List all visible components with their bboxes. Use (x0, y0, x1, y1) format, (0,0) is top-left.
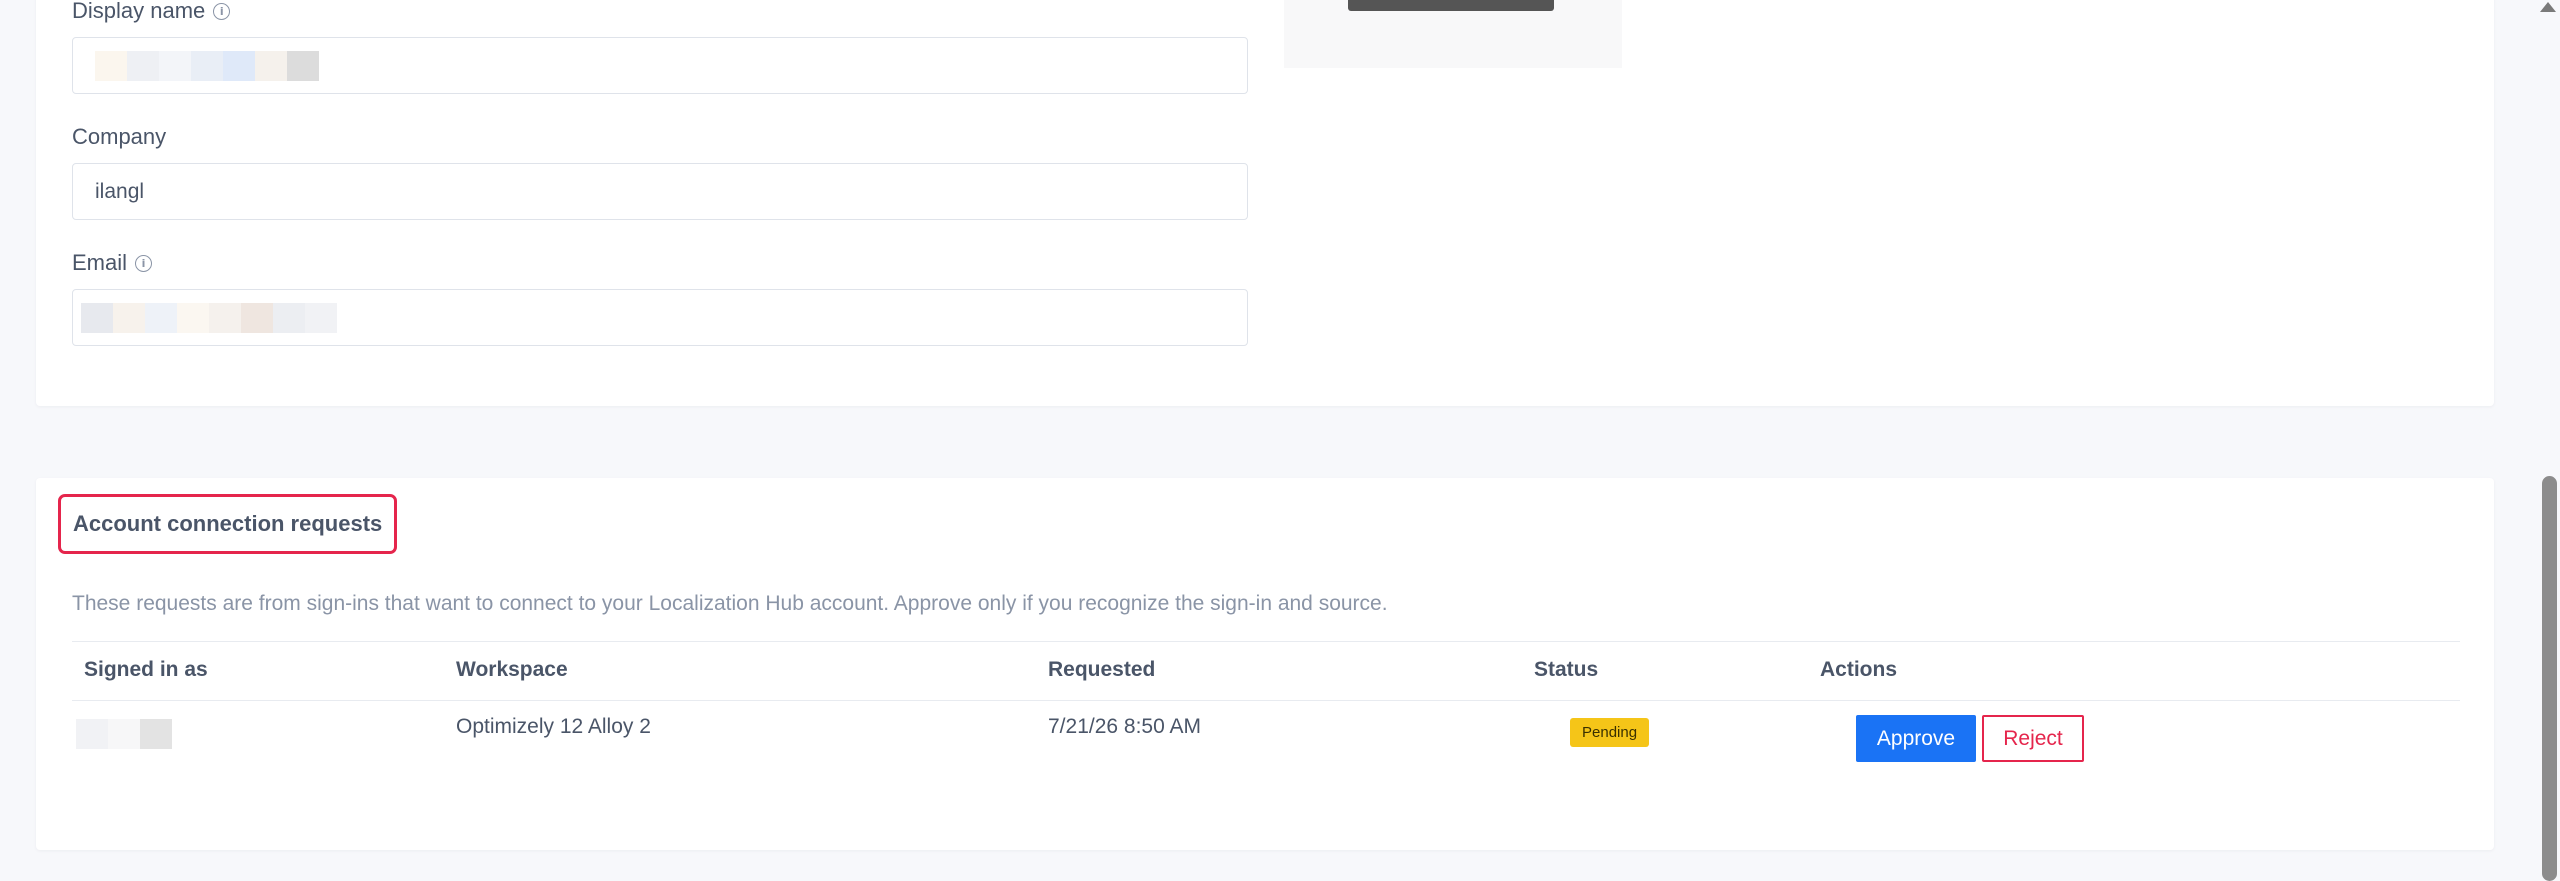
column-status: Status (1534, 658, 1599, 681)
section-title: Account connection requests (58, 494, 398, 554)
status-badge: Pending (1570, 718, 1650, 747)
redacted-value (95, 50, 319, 81)
scroll-thumb[interactable] (2542, 476, 2557, 881)
table-header: Signed in as Workspace Requested Status … (72, 641, 2460, 701)
section-description: These requests are from sign-ins that wa… (72, 592, 1388, 615)
display-name-label: Display name (72, 0, 206, 23)
company-label-row: Company (72, 124, 166, 150)
connection-requests-card: Account connection requests These reques… (36, 478, 2494, 850)
column-requested: Requested (1048, 658, 1156, 681)
approve-button[interactable]: Approve (1856, 715, 1976, 762)
avatar-preview (1284, 0, 1622, 68)
info-icon[interactable]: i (213, 2, 231, 20)
company-field[interactable]: ilangl (72, 163, 1248, 220)
scrollbar[interactable] (2538, 0, 2560, 881)
info-icon[interactable]: i (135, 254, 153, 272)
company-value: ilangl (95, 179, 145, 203)
column-signed-in-as: Signed in as (84, 658, 208, 681)
redacted-value (81, 302, 337, 333)
requests-table: Signed in as Workspace Requested Status … (72, 641, 2460, 771)
workspace-cell: Optimizely 12 Alloy 2 (456, 715, 651, 738)
display-name-field[interactable] (72, 37, 1248, 94)
email-label-row: Email i (72, 250, 153, 276)
column-workspace: Workspace (456, 658, 568, 681)
avatar-image (1348, 0, 1554, 11)
table-row: Optimizely 12 Alloy 2 7/21/26 8:50 AM Pe… (72, 701, 2460, 771)
profile-card: Display name i Company ilangl Email i (36, 0, 2494, 406)
email-label: Email (72, 250, 128, 275)
reject-button[interactable]: Reject (1982, 715, 2084, 762)
column-actions: Actions (1820, 658, 1898, 681)
company-label: Company (72, 124, 167, 149)
email-field[interactable] (72, 289, 1248, 346)
display-name-label-row: Display name i (72, 0, 231, 24)
signed-in-as-redacted (76, 719, 172, 749)
scroll-up-arrow-icon[interactable] (2540, 2, 2556, 12)
requested-cell: 7/21/26 8:50 AM (1048, 715, 1201, 738)
